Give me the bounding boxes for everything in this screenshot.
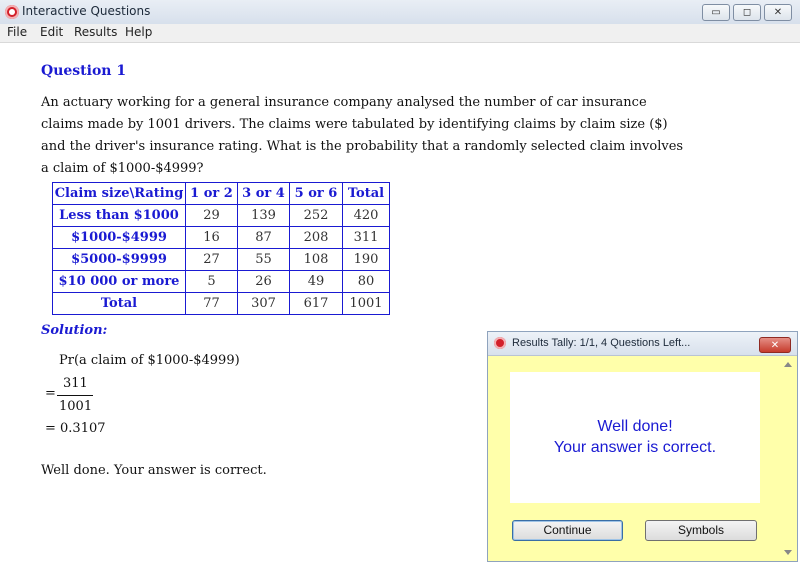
message-box: Well done! Your answer is correct. <box>510 372 760 503</box>
table-cell: 49 <box>289 270 343 293</box>
fraction-numerator: 311 <box>63 376 88 391</box>
menu-bar: File Edit Results Help <box>0 24 800 43</box>
table-header: 5 or 6 <box>289 182 343 205</box>
menu-results[interactable]: Results <box>74 25 117 39</box>
table-row: Less than $1000 29 139 252 420 <box>52 204 390 227</box>
table-header: 1 or 2 <box>185 182 238 205</box>
table-row: Total 77 307 617 1001 <box>52 292 390 315</box>
row-header: $1000-$4999 <box>52 226 186 249</box>
feedback-text: Well done. Your answer is correct. <box>41 463 267 478</box>
title-bar: Interactive Questions ▭ ◻ ✕ <box>0 0 800 25</box>
tally-title-bar: Results Tally: 1/1, 4 Questions Left... … <box>488 332 797 356</box>
table-cell: 311 <box>342 226 390 249</box>
menu-file[interactable]: File <box>7 25 27 39</box>
claims-table: Claim size\Rating 1 or 2 3 or 4 5 or 6 T… <box>52 182 390 315</box>
question-title: Question 1 <box>41 63 127 79</box>
question-text: An actuary working for a general insuran… <box>41 92 711 180</box>
maximize-icon: ◻ <box>742 7 752 18</box>
table-cell: 5 <box>185 270 238 293</box>
table-header: Claim size\Rating <box>52 182 186 205</box>
table-cell: 190 <box>342 248 390 271</box>
continue-button[interactable]: Continue <box>512 520 623 541</box>
table-cell: 87 <box>237 226 290 249</box>
table-cell: 420 <box>342 204 390 227</box>
tally-title: Results Tally: 1/1, 4 Questions Left... <box>512 337 691 349</box>
table-cell: 77 <box>185 292 238 315</box>
row-header: Total <box>52 292 186 315</box>
table-row: $5000-$9999 27 55 108 190 <box>52 248 390 271</box>
fraction-bar <box>57 395 93 396</box>
table-header: Total <box>342 182 390 205</box>
solution-title: Solution: <box>41 323 108 338</box>
row-header: $10 000 or more <box>52 270 186 293</box>
table-cell: 26 <box>237 270 290 293</box>
table-cell: 139 <box>237 204 290 227</box>
results-tally-window: Results Tally: 1/1, 4 Questions Left... … <box>487 331 798 562</box>
window-title: Interactive Questions <box>22 4 151 18</box>
question-line: An actuary working for a general insuran… <box>41 95 647 110</box>
table-cell: 16 <box>185 226 238 249</box>
app-icon <box>5 5 19 19</box>
question-line: a claim of $1000-$4999? <box>41 161 204 176</box>
tally-scrollbar[interactable] <box>780 356 797 561</box>
symbols-button[interactable]: Symbols <box>645 520 757 541</box>
close-icon: ✕ <box>773 7 783 18</box>
table-cell: 27 <box>185 248 238 271</box>
message-line-2: Your answer is correct. <box>553 439 717 456</box>
question-line: and the driver's insurance rating. What … <box>41 139 684 154</box>
table-cell: 307 <box>237 292 290 315</box>
close-button[interactable]: ✕ <box>764 4 792 21</box>
table-header-row: Claim size\Rating 1 or 2 3 or 4 5 or 6 T… <box>52 182 390 205</box>
scroll-up-icon[interactable] <box>784 362 792 367</box>
table-cell: 208 <box>289 226 343 249</box>
tally-close-button[interactable]: ✕ <box>759 337 791 353</box>
table-row: $1000-$4999 16 87 208 311 <box>52 226 390 249</box>
minimize-button[interactable]: ▭ <box>702 4 730 21</box>
menu-edit[interactable]: Edit <box>40 25 63 39</box>
close-icon: ✕ <box>770 339 780 351</box>
maximize-button[interactable]: ◻ <box>733 4 761 21</box>
table-cell: 29 <box>185 204 238 227</box>
table-cell: 80 <box>342 270 390 293</box>
minimize-icon: ▭ <box>711 7 721 18</box>
table-cell: 1001 <box>342 292 390 315</box>
scroll-down-icon[interactable] <box>784 550 792 555</box>
equals-sign: = <box>45 386 56 401</box>
table-cell: 108 <box>289 248 343 271</box>
menu-help[interactable]: Help <box>125 25 152 39</box>
solution-probability: Pr(a claim of $1000-$4999) <box>59 353 240 368</box>
message-line-1: Well done! <box>597 418 673 435</box>
table-cell: 252 <box>289 204 343 227</box>
fraction-denominator: 1001 <box>59 399 93 414</box>
app-icon <box>494 337 506 349</box>
solution-result: = 0.3107 <box>45 421 106 436</box>
row-header: Less than $1000 <box>52 204 186 227</box>
table-cell: 617 <box>289 292 343 315</box>
row-header: $5000-$9999 <box>52 248 186 271</box>
table-row: $10 000 or more 5 26 49 80 <box>52 270 390 293</box>
question-line: claims made by 1001 drivers. The claims … <box>41 117 668 132</box>
table-header: 3 or 4 <box>237 182 290 205</box>
message-text: Well done! Your answer is correct. <box>510 416 760 458</box>
table-cell: 55 <box>237 248 290 271</box>
